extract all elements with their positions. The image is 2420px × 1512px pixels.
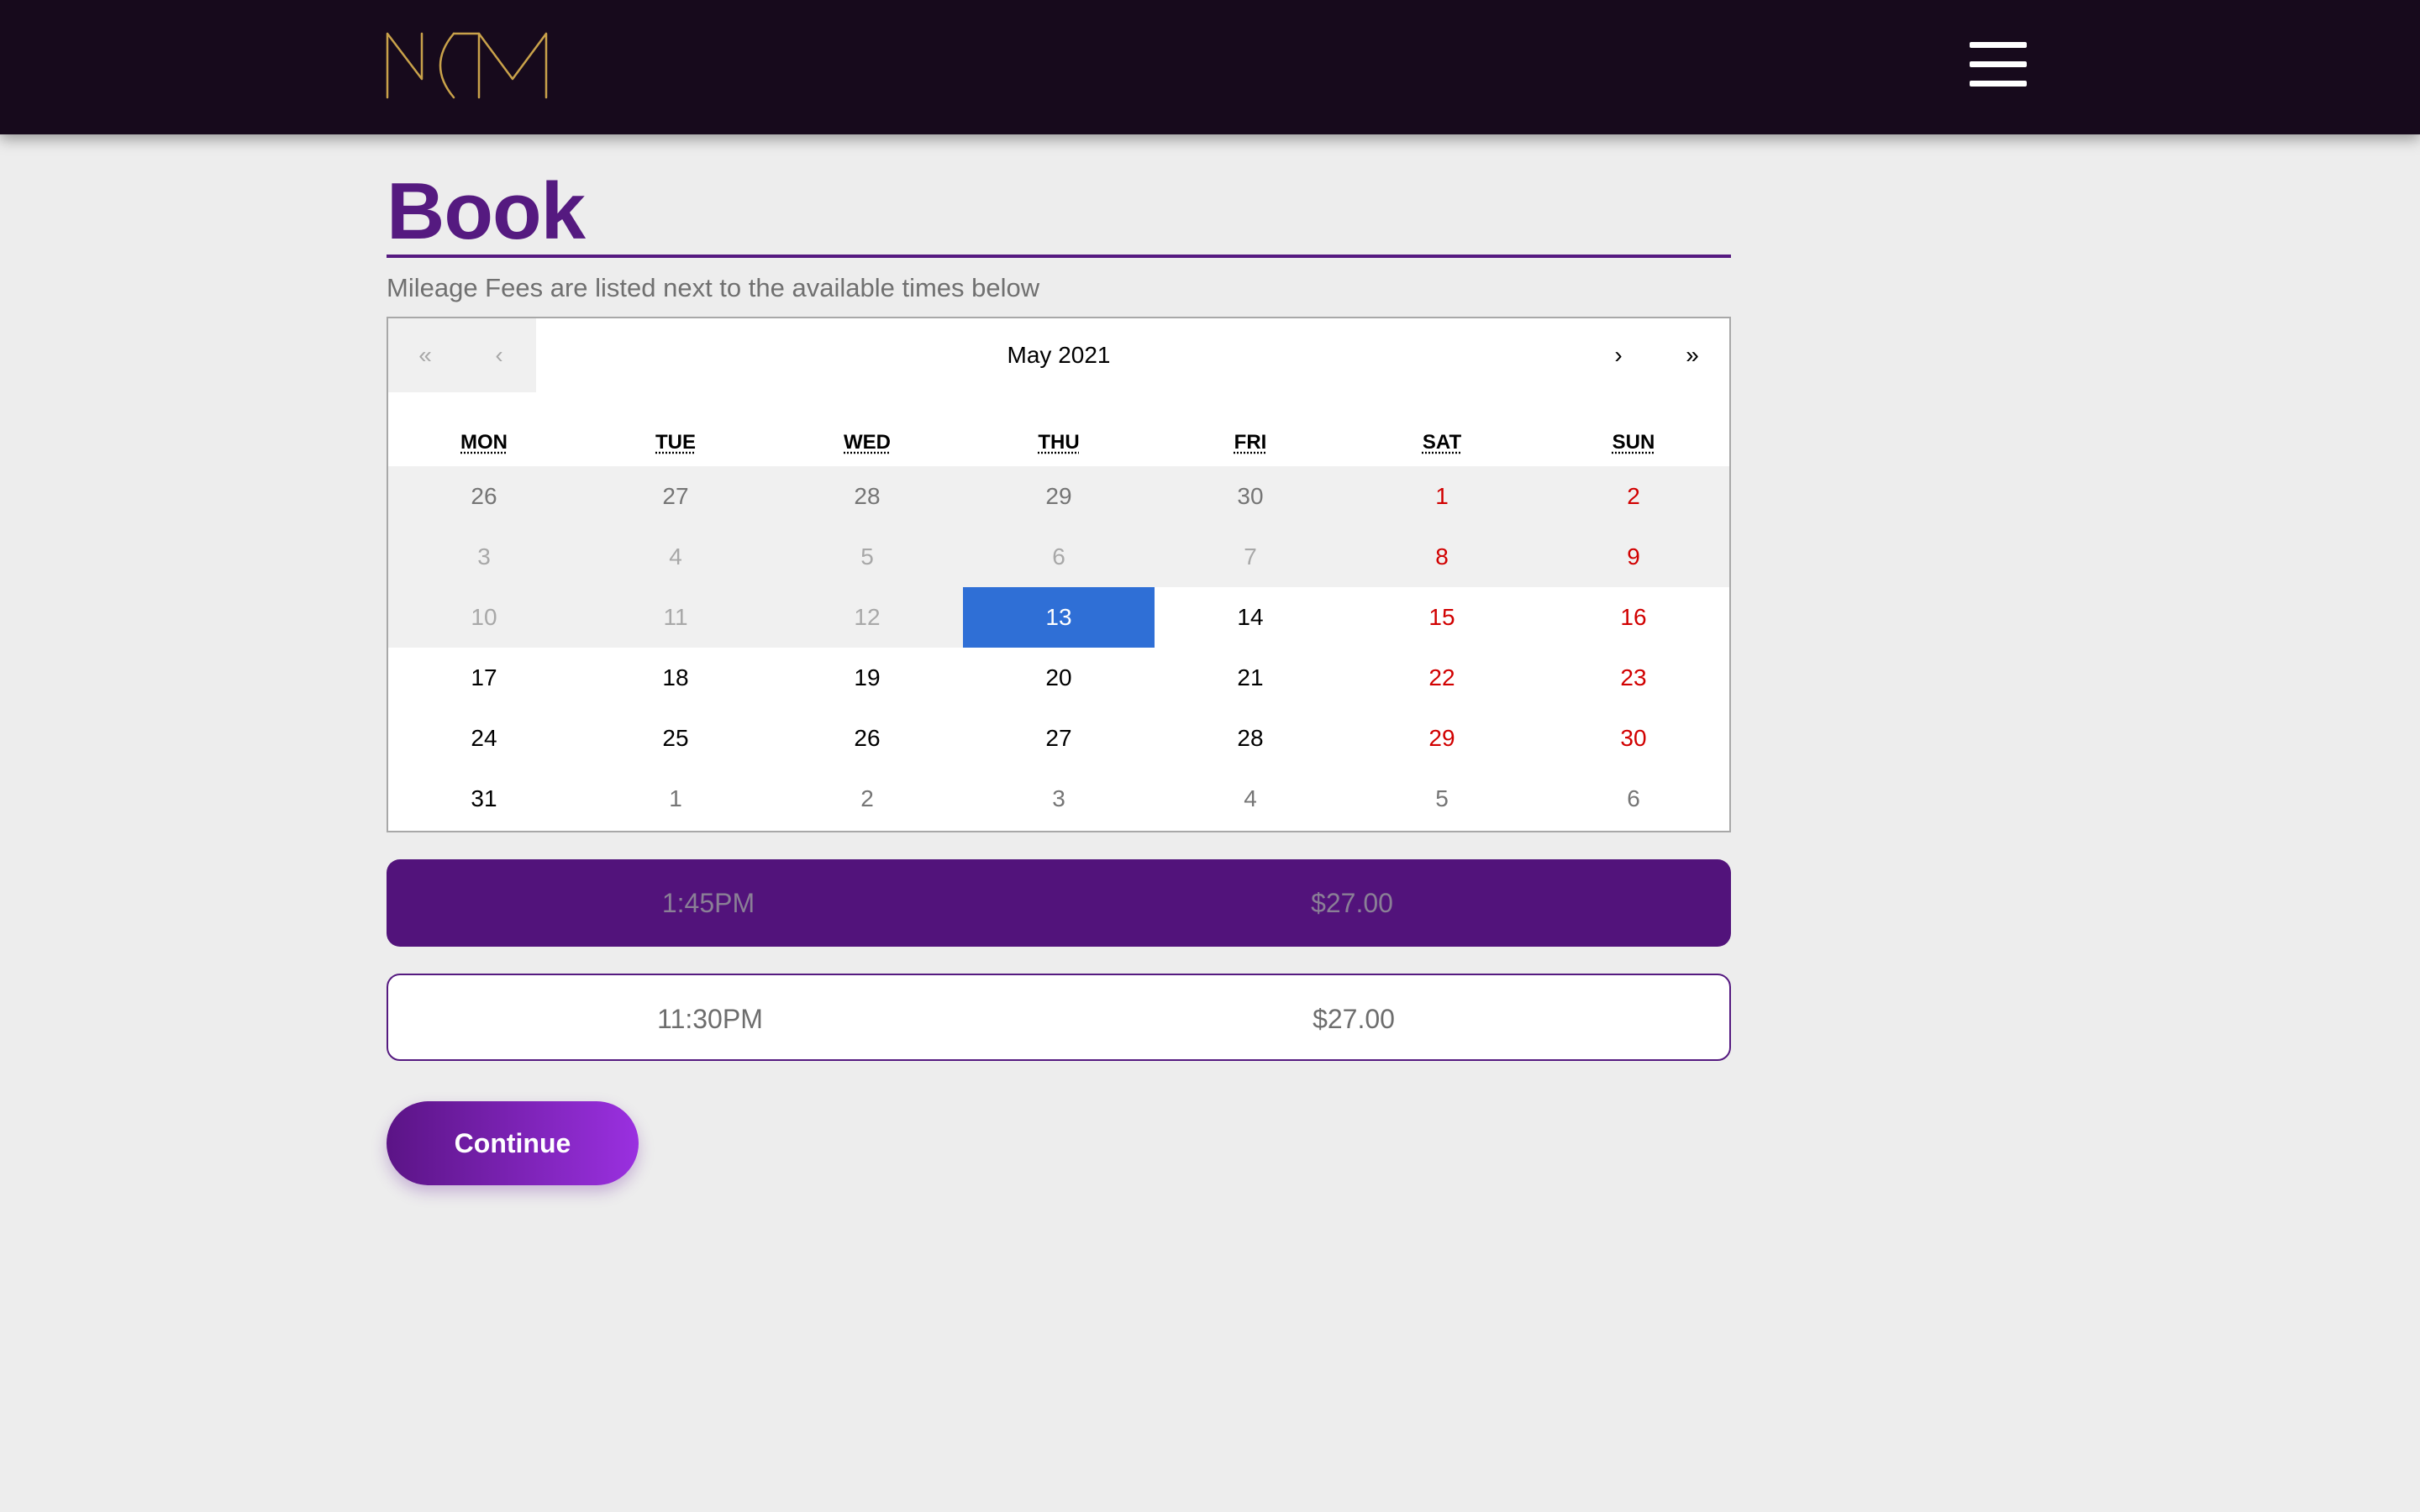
calendar-day[interactable]: 30	[1155, 466, 1346, 527]
menu-bar	[1970, 61, 2027, 67]
booking-main: Book Mileage Fees are listed next to the…	[387, 134, 1731, 1185]
calendar-day[interactable]: 19	[771, 648, 963, 708]
mcm-logo[interactable]	[385, 30, 548, 99]
next-year-button[interactable]: »	[1655, 318, 1729, 392]
calendar-day[interactable]: 27	[963, 708, 1155, 769]
calendar-day[interactable]: 4	[580, 527, 771, 587]
calendar-day[interactable]: 21	[1155, 648, 1346, 708]
calendar-day[interactable]: 4	[1155, 769, 1346, 829]
time-slot-time: 1:45PM	[661, 888, 755, 918]
calendar-day[interactable]: 17	[388, 648, 580, 708]
weekday-label: WED	[844, 431, 891, 454]
calendar-day[interactable]: 18	[580, 648, 771, 708]
weekday-label: TUE	[655, 431, 696, 454]
calendar-day[interactable]: 29	[1346, 708, 1538, 769]
calendar-day[interactable]: 15	[1346, 587, 1538, 648]
booking-calendar: « ‹ May 2021 › » MON TUE WED THU FRI SAT…	[387, 317, 1731, 832]
calendar-day[interactable]: 28	[1155, 708, 1346, 769]
weekday-label: MON	[460, 431, 508, 454]
weekday-label: SAT	[1422, 431, 1462, 454]
calendar-day[interactable]: 1	[580, 769, 771, 829]
weekday-label: FRI	[1234, 431, 1267, 454]
next-month-button[interactable]: ›	[1581, 318, 1655, 392]
calendar-day[interactable]: 6	[963, 527, 1155, 587]
calendar-day[interactable]: 25	[580, 708, 771, 769]
weekday-label: SUN	[1612, 431, 1655, 454]
calendar-day[interactable]: 24	[388, 708, 580, 769]
calendar-day[interactable]: 26	[388, 466, 580, 527]
time-slot-time: 11:30PM	[657, 1004, 763, 1034]
calendar-day[interactable]: 3	[388, 527, 580, 587]
hamburger-menu-icon[interactable]	[1970, 37, 2027, 92]
calendar-navigation: « ‹ May 2021 › »	[388, 318, 1729, 392]
calendar-day[interactable]: 2	[1538, 466, 1729, 527]
menu-bar	[1970, 81, 2027, 87]
time-slot-option[interactable]: 1:45PM $27.00	[387, 859, 1731, 947]
calendar-day[interactable]: 30	[1538, 708, 1729, 769]
calendar-day[interactable]: 3	[963, 769, 1155, 829]
top-navbar	[0, 0, 2420, 134]
calendar-day[interactable]: 1	[1346, 466, 1538, 527]
calendar-day-selected[interactable]: 13	[963, 587, 1155, 648]
continue-button[interactable]: Continue	[387, 1101, 639, 1185]
time-slot-mileage-fee: $27.00	[1311, 888, 1393, 918]
calendar-day[interactable]: 10	[388, 587, 580, 648]
calendar-days-grid: 26 27 28 29 30 1 2 3 4 5 6 7 8 9 10 11 12 13 14 15 16 17 18 19 2…	[388, 466, 1729, 829]
calendar-day[interactable]: 8	[1346, 527, 1538, 587]
calendar-day[interactable]: 16	[1538, 587, 1729, 648]
calendar-day[interactable]: 31	[388, 769, 580, 829]
calendar-day[interactable]: 9	[1538, 527, 1729, 587]
calendar-day[interactable]: 5	[1346, 769, 1538, 829]
time-slot-mileage-fee: $27.00	[1313, 1004, 1395, 1034]
calendar-day[interactable]: 5	[771, 527, 963, 587]
calendar-day[interactable]: 20	[963, 648, 1155, 708]
calendar-day[interactable]: 2	[771, 769, 963, 829]
calendar-day[interactable]: 29	[963, 466, 1155, 527]
title-divider	[387, 255, 1731, 258]
calendar-day[interactable]: 27	[580, 466, 771, 527]
prev-month-button[interactable]: ‹	[462, 318, 536, 392]
calendar-day[interactable]: 14	[1155, 587, 1346, 648]
calendar-day[interactable]: 22	[1346, 648, 1538, 708]
calendar-day[interactable]: 26	[771, 708, 963, 769]
calendar-month-label[interactable]: May 2021	[536, 318, 1581, 392]
weekday-header: MON TUE WED THU FRI SAT SUN	[388, 392, 1729, 466]
calendar-day[interactable]: 12	[771, 587, 963, 648]
calendar-day[interactable]: 23	[1538, 648, 1729, 708]
calendar-day[interactable]: 28	[771, 466, 963, 527]
menu-bar	[1970, 42, 2027, 48]
time-slot-option[interactable]: 11:30PM $27.00	[387, 974, 1731, 1061]
mileage-fee-note: Mileage Fees are listed next to the avai…	[387, 273, 1040, 302]
weekday-label: THU	[1038, 431, 1080, 454]
calendar-day[interactable]: 11	[580, 587, 771, 648]
calendar-day[interactable]: 7	[1155, 527, 1346, 587]
calendar-day[interactable]: 6	[1538, 769, 1729, 829]
page-title: Book	[387, 166, 586, 256]
prev-year-button[interactable]: «	[388, 318, 462, 392]
